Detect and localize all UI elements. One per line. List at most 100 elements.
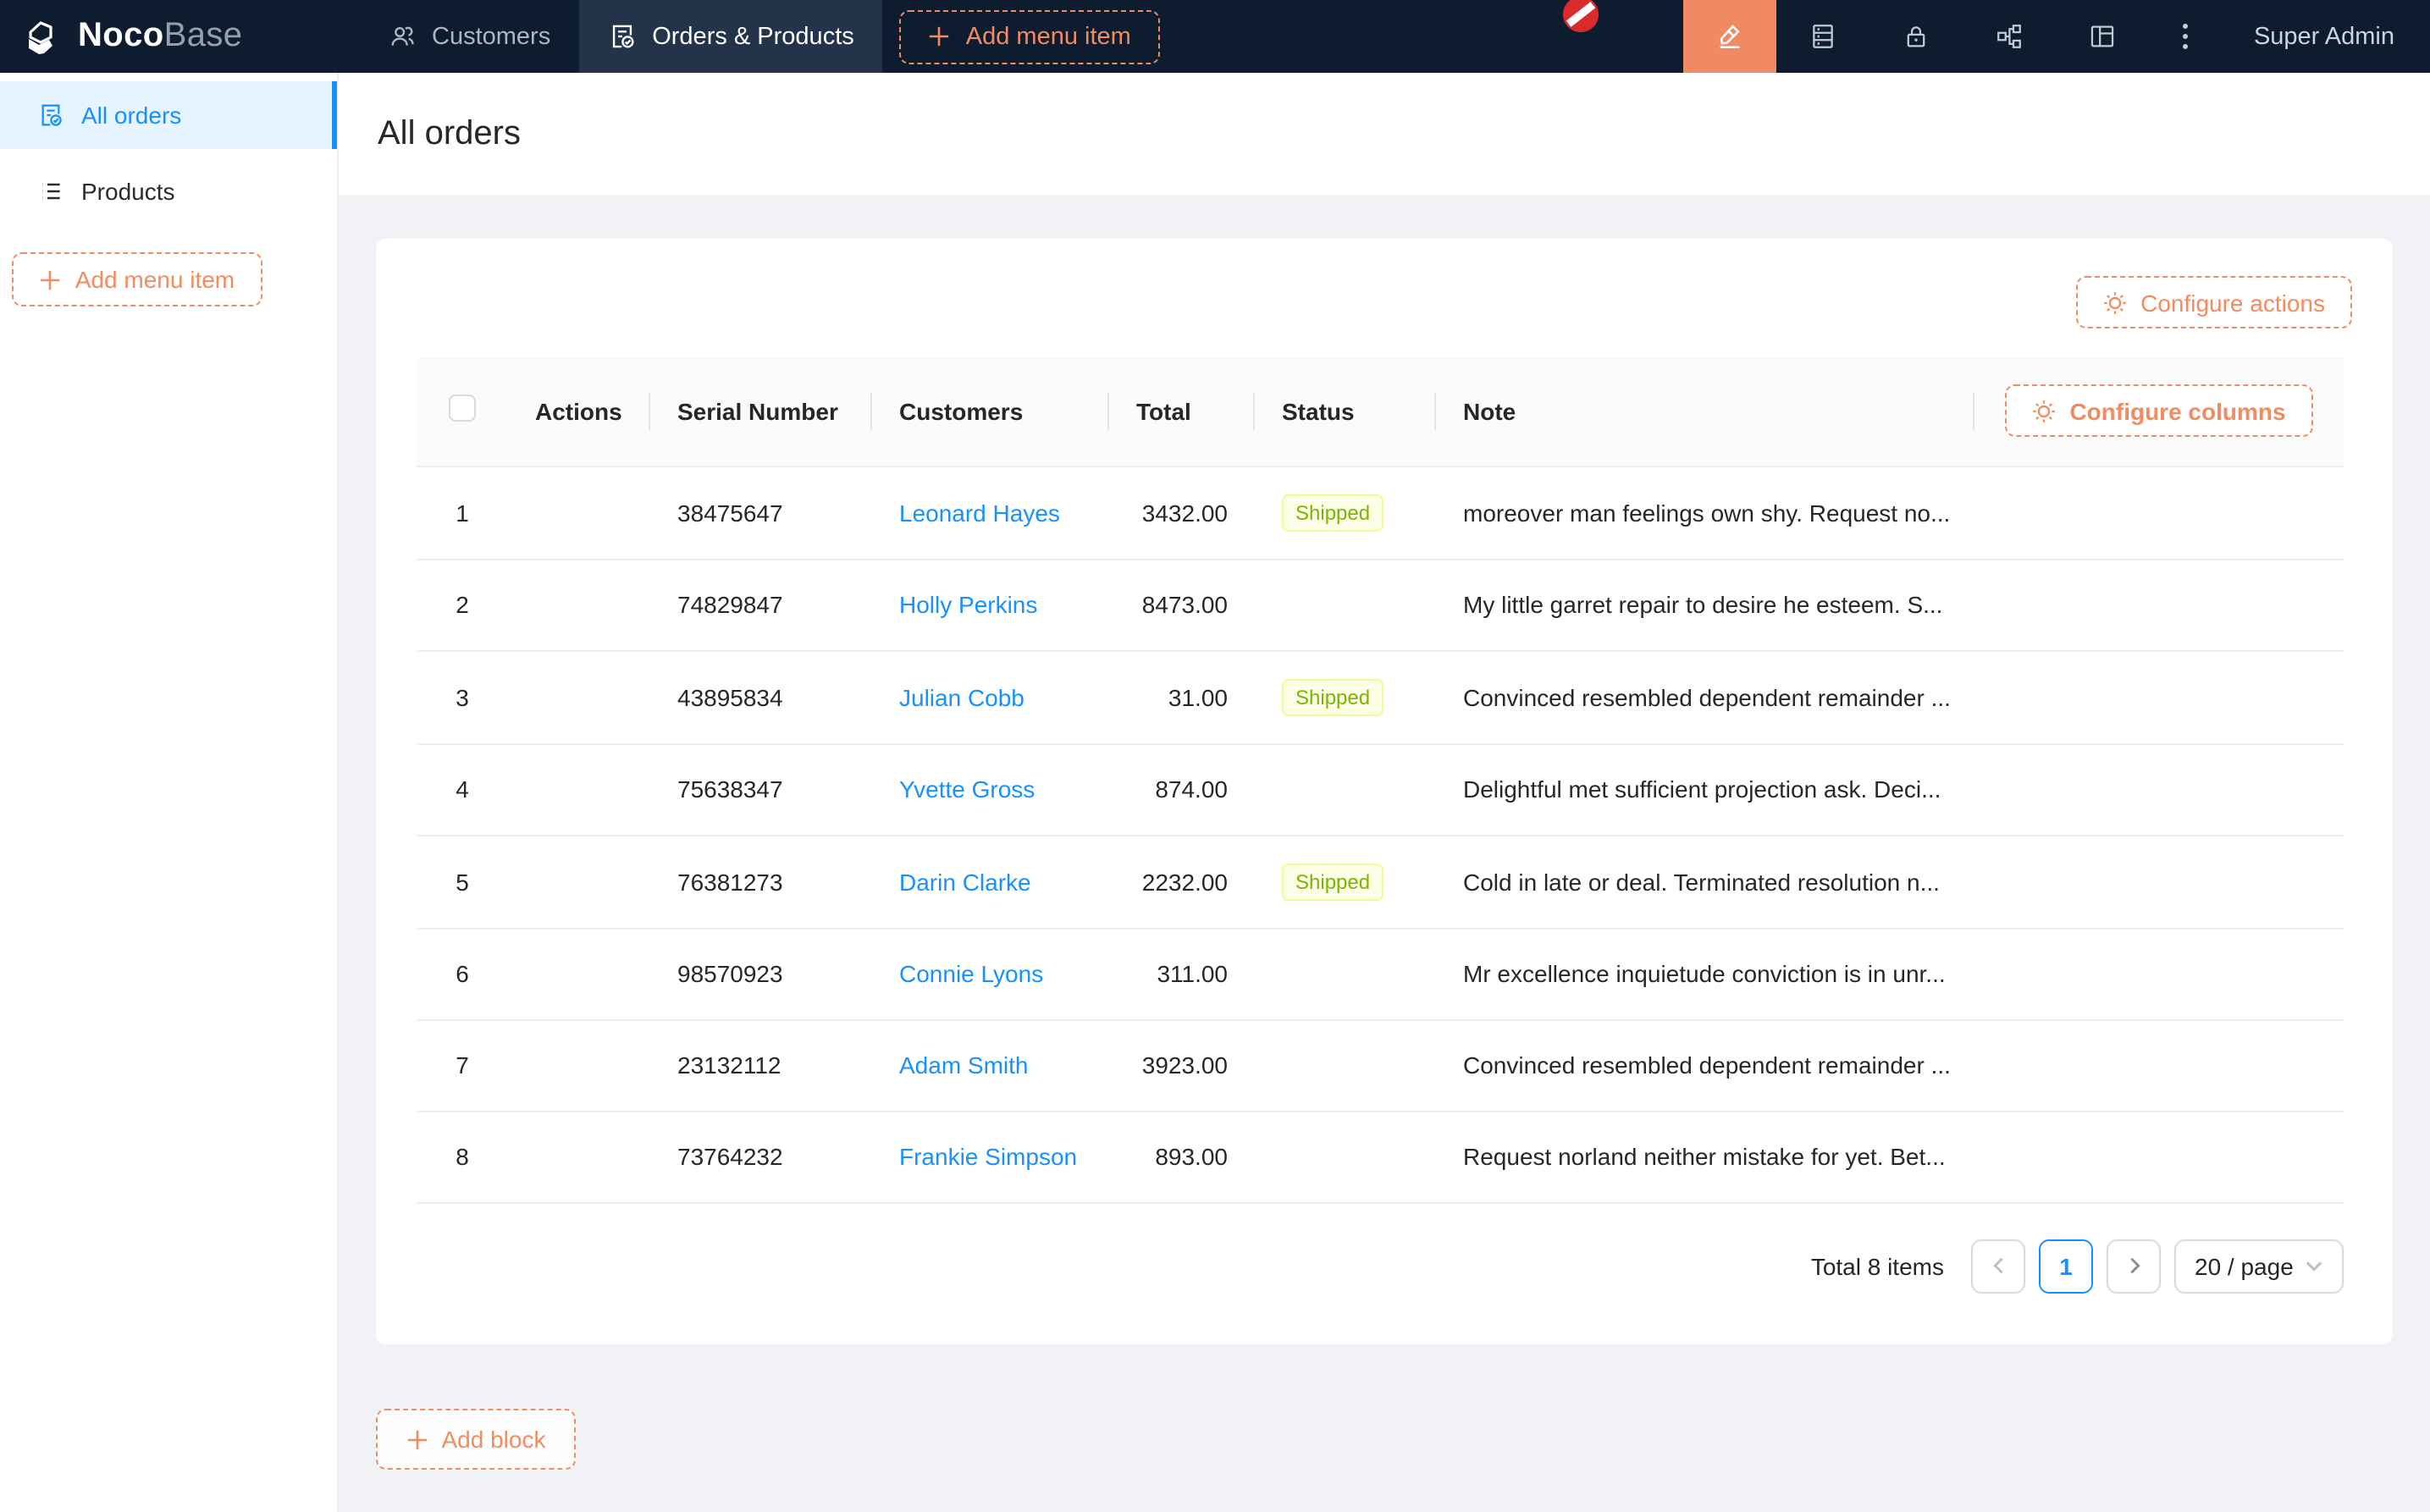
note-cell: Convinced resembled dependent remainder … — [1436, 1019, 1974, 1111]
nav-tab-label: Customers — [432, 23, 550, 50]
actions-cell — [508, 1019, 650, 1111]
sidebar-add-menu-item-button[interactable]: Add menu item — [12, 252, 262, 306]
total-cell: 3923.00 — [1109, 1019, 1255, 1111]
gear-icon — [2103, 290, 2127, 314]
status-cell — [1255, 1111, 1436, 1202]
top-navbar: NocoBase Customers Orders & Products Add… — [0, 0, 2430, 73]
nocobase-logo[interactable]: NocoBase — [0, 0, 359, 73]
team-icon — [388, 22, 417, 51]
customer-link[interactable]: Holly Perkins — [899, 591, 1037, 618]
customer-link[interactable]: Yvette Gross — [899, 775, 1035, 803]
actions-cell — [508, 466, 650, 559]
column-header-status[interactable]: Status — [1255, 357, 1436, 466]
configure-columns-spacer-cell — [1974, 650, 2344, 743]
column-header-serial-number[interactable]: Serial Number — [650, 357, 872, 466]
row-index: 8 — [417, 1111, 508, 1202]
select-all-checkbox[interactable] — [449, 395, 476, 422]
database-icon — [1809, 22, 1837, 51]
status-badge: Shipped — [1282, 494, 1383, 531]
customer-link[interactable]: Darin Clarke — [899, 868, 1031, 895]
nav-tab-orders-products[interactable]: Orders & Products — [579, 0, 883, 73]
status-cell — [1255, 1019, 1436, 1111]
highlighter-icon — [1715, 22, 1744, 51]
customer-link[interactable]: Leonard Hayes — [899, 499, 1060, 526]
table-row[interactable]: 6 98570923 Connie Lyons 311.00 Mr excell… — [417, 928, 2344, 1019]
note-cell: Request norland neither mistake for yet.… — [1436, 1111, 1974, 1202]
note-cell: Convinced resembled dependent remainder … — [1436, 650, 1974, 743]
page-size-select[interactable]: 20 / page — [2174, 1239, 2344, 1293]
table-row[interactable]: 7 23132112 Adam Smith 3923.00 Convinced … — [417, 1019, 2344, 1111]
nocobase-app: NocoBase Customers Orders & Products Add… — [0, 0, 2430, 1512]
actions-cell — [508, 835, 650, 928]
user-menu[interactable]: Super Admin — [2223, 0, 2430, 73]
configure-columns-spacer-cell — [1974, 1019, 2344, 1111]
pagination: Total 8 items 1 20 / page — [417, 1239, 2344, 1293]
table-row[interactable]: 8 73764232 Frankie Simpson 893.00 Reques… — [417, 1111, 2344, 1202]
configure-columns-spacer-cell — [1974, 928, 2344, 1019]
total-cell: 874.00 — [1109, 743, 1255, 835]
customer-link[interactable]: Frankie Simpson — [899, 1143, 1077, 1170]
total-cell: 8473.00 — [1109, 559, 1255, 650]
actions-cell — [508, 650, 650, 743]
table-row[interactable]: 5 76381273 Darin Clarke 2232.00 Shipped … — [417, 835, 2344, 928]
nocobase-logo-icon — [24, 16, 64, 57]
note-cell: Delightful met sufficient projection ask… — [1436, 743, 1974, 835]
column-header-note[interactable]: Note — [1436, 357, 1974, 466]
no-drop-cursor-icon — [1561, 0, 1600, 34]
serial-number-cell: 98570923 — [650, 928, 872, 1019]
customer-cell: Julian Cobb — [872, 650, 1109, 743]
configure-columns-spacer-cell — [1974, 835, 2344, 928]
status-cell: Shipped — [1255, 835, 1436, 928]
customer-link[interactable]: Adam Smith — [899, 1051, 1029, 1079]
more-menu-button[interactable] — [2149, 0, 2223, 73]
configure-actions-button[interactable]: Configure actions — [2076, 276, 2352, 328]
customer-link[interactable]: Connie Lyons — [899, 960, 1043, 987]
add-block-button[interactable]: Add block — [376, 1409, 576, 1470]
total-cell: 311.00 — [1109, 928, 1255, 1019]
status-cell: Shipped — [1255, 650, 1436, 743]
customer-link[interactable]: Julian Cobb — [899, 683, 1024, 710]
page-title: All orders — [378, 114, 521, 153]
active-indicator — [332, 81, 337, 149]
table-row[interactable]: 4 75638347 Yvette Gross 874.00 Delightfu… — [417, 743, 2344, 835]
navbar-add-menu-item-button[interactable]: Add menu item — [900, 9, 1160, 63]
data-sources-button[interactable] — [1776, 0, 1869, 73]
orders-table: Actions Serial Number Customers Total St… — [417, 357, 2344, 1203]
row-index: 6 — [417, 928, 508, 1019]
gear-icon — [2032, 400, 2056, 423]
configure-columns-spacer-cell — [1974, 743, 2344, 835]
customer-cell: Yvette Gross — [872, 743, 1109, 835]
access-control-button[interactable] — [1869, 0, 1963, 73]
note-cell: My little garret repair to desire he est… — [1436, 559, 1974, 650]
column-header-actions[interactable]: Actions — [508, 357, 650, 466]
ui-editor-button[interactable] — [1683, 0, 1776, 73]
serial-number-cell: 74829847 — [650, 559, 872, 650]
sidebar-item-label: Products — [81, 178, 175, 205]
column-header-total[interactable]: Total — [1109, 357, 1255, 466]
plus-icon — [406, 1428, 428, 1450]
previous-page-button[interactable] — [1971, 1239, 2025, 1293]
sidebar-item-products[interactable]: Products — [0, 157, 337, 225]
plugin-settings-button[interactable] — [2056, 0, 2149, 73]
nav-tab-customers[interactable]: Customers — [359, 0, 579, 73]
column-header-customers[interactable]: Customers — [872, 357, 1109, 466]
actions-cell — [508, 743, 650, 835]
workflow-button[interactable] — [1963, 0, 2056, 73]
table-row[interactable]: 1 38475647 Leonard Hayes 3432.00 Shipped… — [417, 466, 2344, 559]
nav-tab-label: Orders & Products — [652, 23, 854, 50]
page-1-button[interactable]: 1 — [2039, 1239, 2093, 1293]
unordered-list-icon — [37, 178, 64, 205]
status-badge: Shipped — [1282, 678, 1383, 715]
configure-columns-button[interactable]: Configure columns — [2005, 385, 2312, 438]
next-page-button[interactable] — [2107, 1239, 2161, 1293]
table-toolbar: Configure actions — [417, 276, 2352, 328]
table-row[interactable]: 3 43895834 Julian Cobb 31.00 Shipped Con… — [417, 650, 2344, 743]
sidebar-item-all-orders[interactable]: All orders — [0, 81, 337, 149]
row-index: 2 — [417, 559, 508, 650]
plus-icon — [40, 268, 62, 290]
ellipsis-vertical-icon — [2184, 24, 2189, 49]
customer-cell: Frankie Simpson — [872, 1111, 1109, 1202]
table-row[interactable]: 2 74829847 Holly Perkins 8473.00 My litt… — [417, 559, 2344, 650]
row-index: 1 — [417, 466, 508, 559]
configure-columns-spacer-cell — [1974, 559, 2344, 650]
